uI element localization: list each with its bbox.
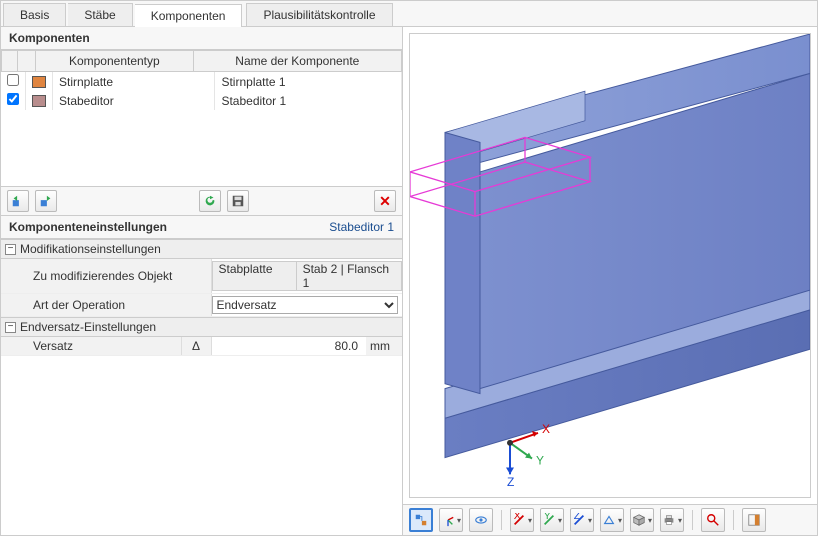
prop-target-val-b[interactable]: Stab 2 | Flansch 1 — [296, 261, 402, 291]
save-button[interactable] — [227, 190, 249, 212]
tab-plaus[interactable]: Plausibilitätskontrolle — [246, 3, 392, 26]
table-row[interactable]: Stirnplatte Stirnplatte 1 — [1, 72, 402, 91]
new-right-button[interactable] — [35, 190, 57, 212]
view-y-button[interactable]: Y — [540, 508, 564, 532]
col-type: Komponententyp — [36, 51, 194, 72]
prop-target-val-a[interactable]: Stabplatte — [212, 261, 296, 291]
print-button[interactable] — [660, 508, 684, 532]
axis-z-label: Z — [507, 475, 514, 489]
cell-name: Stirnplatte 1 — [215, 72, 402, 91]
row-checkbox[interactable] — [7, 93, 19, 105]
cell-type: Stabeditor — [53, 91, 215, 110]
components-toolbar: ✕ — [1, 187, 402, 216]
prop-op-label: Art der Operation — [1, 294, 211, 317]
delete-button[interactable]: ✕ — [374, 190, 396, 212]
group-offset-header[interactable]: − Endversatz-Einstellungen — [1, 317, 402, 337]
prop-offset-unit: mm — [366, 337, 402, 356]
view-mode-button[interactable] — [409, 508, 433, 532]
prop-target-label: Zu modifizierendes Objekt — [1, 259, 211, 294]
collapse-icon[interactable]: − — [5, 244, 16, 255]
settings-title: Komponenteneinstellungen — [9, 220, 167, 234]
components-header: Komponenten — [1, 27, 402, 50]
view-x-button[interactable]: X — [510, 508, 534, 532]
prop-offset-value[interactable]: 80.0 — [211, 337, 366, 356]
tab-basis[interactable]: Basis — [3, 3, 66, 26]
settings-header: Komponenteneinstellungen Stabeditor 1 — [1, 216, 402, 239]
tab-komponenten[interactable]: Komponenten — [135, 4, 243, 27]
main-tabs: Basis Stäbe Komponenten Plausibilitätsko… — [1, 1, 817, 27]
view-perspective-button[interactable] — [600, 508, 624, 532]
panel-toggle-button[interactable] — [742, 508, 766, 532]
viewport-3d[interactable]: X Y Z — [409, 33, 811, 498]
components-table: Komponententyp Name der Komponente — [1, 50, 402, 72]
axis-x-label: X — [542, 422, 550, 436]
color-swatch-orange — [32, 76, 46, 88]
view-toolbar: X Y Z — [403, 504, 817, 535]
collapse-icon[interactable]: − — [5, 322, 16, 333]
axis-y-label: Y — [536, 454, 544, 468]
new-left-button[interactable] — [7, 190, 29, 212]
find-button[interactable] — [701, 508, 725, 532]
prop-op-select[interactable]: Endversatz — [212, 296, 399, 314]
row-checkbox[interactable] — [7, 74, 19, 86]
group-mod-header[interactable]: − Modifikationseinstellungen — [1, 239, 402, 259]
prop-offset-delta[interactable]: Δ — [181, 337, 211, 356]
prop-offset-label: Versatz — [1, 337, 181, 356]
color-swatch-mauve — [32, 95, 46, 107]
group-mod-title: Modifikationseinstellungen — [20, 242, 161, 256]
cell-name: Stabeditor 1 — [215, 91, 402, 110]
col-color — [18, 51, 36, 72]
axis-triad-button[interactable] — [439, 508, 463, 532]
view-z-button[interactable]: Z — [570, 508, 594, 532]
components-title: Komponenten — [9, 31, 90, 45]
svg-text:Z: Z — [574, 513, 581, 522]
settings-subject: Stabeditor 1 — [329, 220, 394, 234]
tab-staebe[interactable]: Stäbe — [68, 3, 132, 26]
view-iso-cube-button[interactable] — [630, 508, 654, 532]
svg-text:X: X — [514, 513, 521, 522]
table-row[interactable]: Stabeditor Stabeditor 1 — [1, 91, 402, 110]
group-offset-title: Endversatz-Einstellungen — [20, 320, 156, 334]
cell-type: Stirnplatte — [53, 72, 215, 91]
svg-text:Y: Y — [544, 513, 551, 522]
reload-button[interactable] — [199, 190, 221, 212]
col-name: Name der Komponente — [193, 51, 401, 72]
col-check — [2, 51, 18, 72]
eye-view-button[interactable] — [469, 508, 493, 532]
